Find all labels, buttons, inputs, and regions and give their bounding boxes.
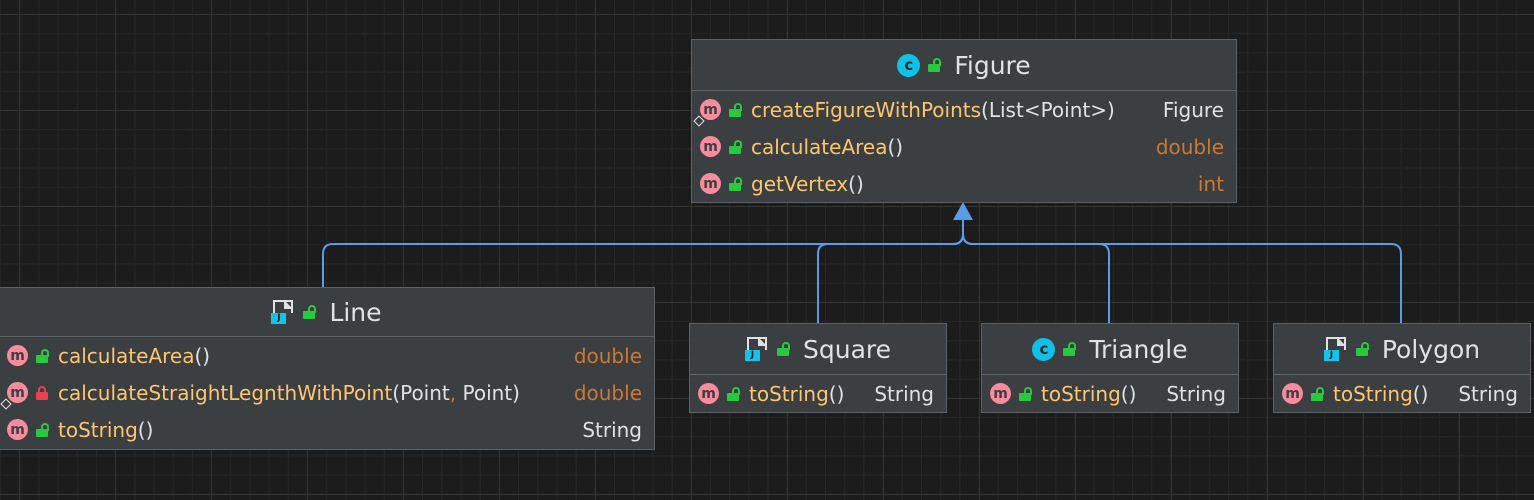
method-name: createFigureWithPoints [751, 97, 982, 122]
method-name: getVertex [751, 171, 849, 196]
method-params: () [1412, 381, 1429, 406]
public-lock-icon [1311, 386, 1324, 401]
class-header-square: J Square [690, 324, 946, 375]
method-icon: m [990, 383, 1011, 404]
method-icon: m [0, 382, 28, 410]
public-lock-icon [36, 348, 49, 363]
return-type: String [1458, 381, 1518, 406]
method-icon: m [700, 173, 721, 194]
method-params: () [137, 417, 154, 442]
method-name: calculateStraightLegnthWithPoint [58, 380, 393, 405]
method-params: () [887, 134, 904, 159]
class-name: Figure [954, 50, 1031, 80]
class-header-polygon: J Polygon [1274, 324, 1530, 375]
method-icon: m [7, 345, 28, 366]
method-icon: m [698, 383, 719, 404]
method-params: () [828, 381, 845, 406]
public-lock-icon [1063, 342, 1077, 356]
method-icon: m [7, 419, 28, 440]
class-icon: c [897, 53, 921, 77]
private-lock-icon [36, 385, 48, 400]
class-node-figure[interactable]: c Figure m createFigureWithPoints (List<P… [691, 39, 1237, 203]
class-name: Square [802, 334, 891, 364]
public-lock-icon [729, 176, 742, 191]
method-params: (List<Point>) [981, 97, 1115, 122]
return-type: int [1197, 171, 1224, 196]
return-type: String [582, 417, 642, 442]
method-name: toString [58, 417, 138, 442]
member-row[interactable]: m createFigureWithPoints (List<Point>) Fi… [692, 91, 1236, 128]
inheritance-arrowhead [953, 202, 973, 220]
member-row[interactable]: m calculateArea() double [0, 337, 654, 374]
return-type: double [573, 380, 642, 405]
member-row[interactable]: m calculateArea() double [692, 128, 1236, 165]
return-type: double [573, 343, 642, 368]
member-row[interactable]: m calculateStraightLegnthWithPoint (Point… [0, 374, 654, 411]
member-row[interactable]: m toString() String [982, 375, 1238, 412]
edge-line-to-figure [322, 218, 964, 288]
public-lock-icon [776, 342, 790, 356]
public-lock-icon [36, 422, 49, 437]
return-type: double [1155, 134, 1224, 159]
member-row[interactable]: m toString() String [1274, 375, 1530, 412]
public-lock-icon [928, 58, 942, 72]
class-node-polygon[interactable]: J Polygon m toString() String [1273, 323, 1531, 413]
method-params: () [1120, 381, 1137, 406]
method-icon: m [700, 136, 721, 157]
public-lock-icon [1355, 342, 1369, 356]
return-type: String [1166, 381, 1226, 406]
class-name: Triangle [1089, 334, 1188, 364]
class-icon: c [1032, 337, 1056, 361]
public-lock-icon [1019, 386, 1032, 401]
class-name: Polygon [1381, 334, 1481, 364]
method-icon: m [693, 99, 721, 127]
java-file-icon: J [271, 300, 295, 324]
method-name: calculateArea [751, 134, 888, 159]
java-file-icon: J [1323, 337, 1348, 361]
method-name: toString [1333, 381, 1413, 406]
method-name: toString [749, 381, 829, 406]
member-row[interactable]: m toString() String [690, 375, 946, 412]
method-params: () [848, 171, 864, 196]
public-lock-icon [303, 305, 317, 319]
class-node-line[interactable]: J Line m calculateArea() double m calcul… [0, 287, 655, 450]
method-icon: m [1282, 383, 1303, 404]
member-row[interactable]: m toString() String [0, 411, 654, 448]
class-name: Line [329, 297, 382, 327]
public-lock-icon [727, 386, 740, 401]
edge-triangle-to-figure [962, 233, 1110, 324]
class-header-line: J Line [0, 288, 654, 337]
method-params: () [194, 343, 211, 368]
edge-polygon-to-figure [962, 233, 1402, 324]
class-node-triangle[interactable]: c Triangle m toString() String [981, 323, 1239, 413]
class-header-triangle: c Triangle [982, 324, 1238, 375]
edge-square-to-figure [817, 233, 964, 324]
public-lock-icon [729, 139, 742, 154]
class-header-figure: c Figure [692, 40, 1236, 91]
return-type: Figure [1162, 97, 1224, 122]
public-lock-icon [729, 102, 742, 117]
method-name: toString [1041, 381, 1121, 406]
class-node-square[interactable]: J Square m toString() String [689, 323, 947, 413]
java-file-icon: J [744, 337, 769, 361]
method-params: (Point, Point) [392, 380, 520, 405]
member-row[interactable]: m getVertex() int [692, 165, 1236, 202]
method-name: calculateArea [58, 343, 195, 368]
return-type: String [874, 381, 934, 406]
